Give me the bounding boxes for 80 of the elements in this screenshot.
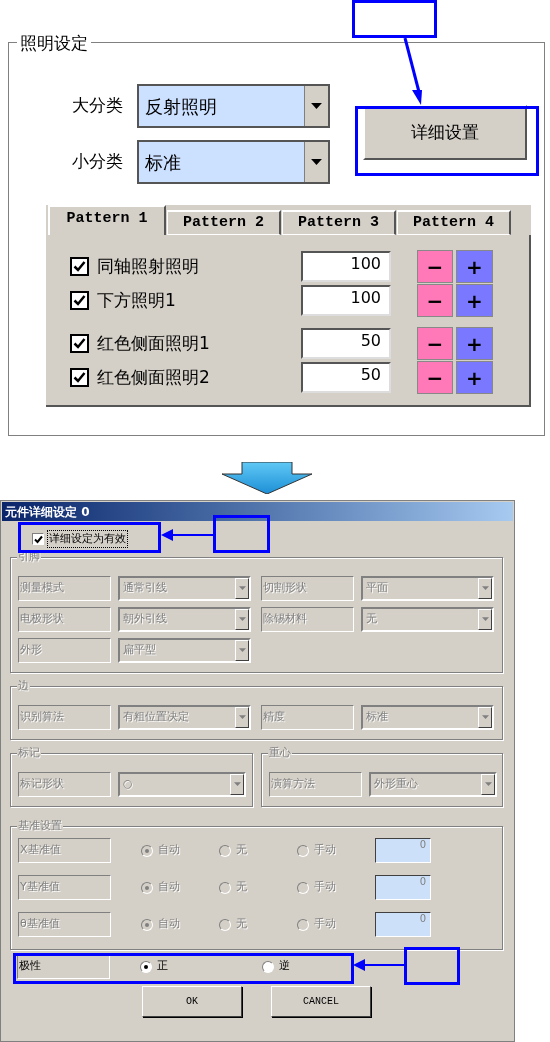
tab[interactable]: Pattern 1 xyxy=(48,205,166,235)
tab[interactable]: Pattern 3 xyxy=(282,210,396,235)
caret-icon xyxy=(481,617,489,622)
input-field[interactable]: 50 xyxy=(301,362,391,393)
radio-label: 无 xyxy=(236,879,247,896)
checkbox[interactable] xyxy=(70,368,89,387)
field-label: 外形 xyxy=(18,638,111,663)
caret-icon xyxy=(311,158,322,166)
checkbox-label: 红色侧面照明2 xyxy=(97,365,211,389)
minus-button[interactable]: − xyxy=(417,250,453,283)
caret-icon xyxy=(481,715,489,720)
field-label: 大分类 xyxy=(71,94,124,118)
caret-icon xyxy=(484,782,492,787)
dialog-button[interactable]: OK xyxy=(142,986,242,1017)
plus-button[interactable]: + xyxy=(456,250,493,283)
field-label: 电极形状 xyxy=(18,607,111,632)
input-field[interactable]: 50 xyxy=(301,328,391,359)
checkbox-label: 红色侧面照明1 xyxy=(97,331,211,355)
minus-button[interactable]: − xyxy=(417,361,453,394)
radio-button[interactable] xyxy=(262,960,274,973)
checkbox[interactable] xyxy=(32,533,44,545)
field-label: 除锡材料 xyxy=(261,607,354,632)
radio-label: 手动 xyxy=(314,879,336,896)
caret-icon xyxy=(238,715,246,720)
down-arrow-icon xyxy=(222,462,312,494)
radio-label: 无 xyxy=(236,842,247,859)
field-label: 极性 xyxy=(17,954,110,979)
minus-button[interactable]: − xyxy=(417,327,453,360)
caret-icon xyxy=(238,648,246,653)
field-label: 演算方法 xyxy=(269,772,362,797)
radio-label: 正 xyxy=(157,958,168,975)
arrow-icon xyxy=(161,529,214,541)
radio-label: 手动 xyxy=(314,916,336,933)
dropdown[interactable]: 标准 xyxy=(137,140,330,184)
radio-label: 手动 xyxy=(314,842,336,859)
field-label: 测量模式 xyxy=(18,576,111,601)
field-label: Y基准值 xyxy=(18,875,111,900)
field-label: θ基准值 xyxy=(18,912,111,937)
group-title: 边 xyxy=(17,679,30,693)
arrow-icon xyxy=(353,959,405,971)
field-label: 小分类 xyxy=(71,150,124,174)
minus-button[interactable]: − xyxy=(417,284,453,317)
checkbox-label: 同轴照射照明 xyxy=(97,254,200,278)
input-field[interactable]: 100 xyxy=(301,285,391,316)
dialog-button[interactable]: CANCEL xyxy=(271,986,371,1017)
field-label: 识别算法 xyxy=(18,705,111,730)
group-title: 基准设置 xyxy=(17,819,63,833)
field-label: 切割形状 xyxy=(261,576,354,601)
caret-icon xyxy=(238,586,246,591)
tab[interactable]: Pattern 2 xyxy=(167,210,281,235)
caret-icon xyxy=(233,782,241,787)
field-label: X基准值 xyxy=(18,838,111,863)
checkbox-label: 详细设定为有效 xyxy=(47,529,128,549)
caret-icon xyxy=(311,102,322,110)
tab[interactable]: Pattern 4 xyxy=(397,210,511,235)
checkbox-label: 下方照明1 xyxy=(97,288,177,312)
checkbox[interactable] xyxy=(70,257,89,276)
dropdown[interactable]: 反射照明 xyxy=(137,84,330,128)
radio-label: 自动 xyxy=(158,879,180,896)
caret-icon xyxy=(238,617,246,622)
plus-button[interactable]: + xyxy=(456,327,493,360)
checkbox[interactable] xyxy=(70,334,89,353)
radio-label: 自动 xyxy=(158,916,180,933)
group-title: 标记 xyxy=(17,746,41,760)
radio-label: 无 xyxy=(236,916,247,933)
field-label: 精度 xyxy=(261,705,354,730)
callout-box xyxy=(404,947,460,985)
field-label: 标记形状 xyxy=(18,772,111,797)
radio-label: 自动 xyxy=(158,842,180,859)
plus-button[interactable]: + xyxy=(456,284,493,317)
input-field[interactable]: 100 xyxy=(301,251,391,282)
radio-label: 逆 xyxy=(279,958,290,975)
plus-button[interactable]: + xyxy=(456,361,493,394)
radio-button[interactable] xyxy=(140,960,152,973)
caret-icon xyxy=(481,586,489,591)
detail-settings-button[interactable]: 详细设置 xyxy=(363,105,527,160)
callout-box xyxy=(213,515,270,553)
group-title: 重心 xyxy=(268,746,292,760)
checkbox[interactable] xyxy=(70,291,89,310)
window-title: 元件详细设定 0 xyxy=(5,503,90,521)
